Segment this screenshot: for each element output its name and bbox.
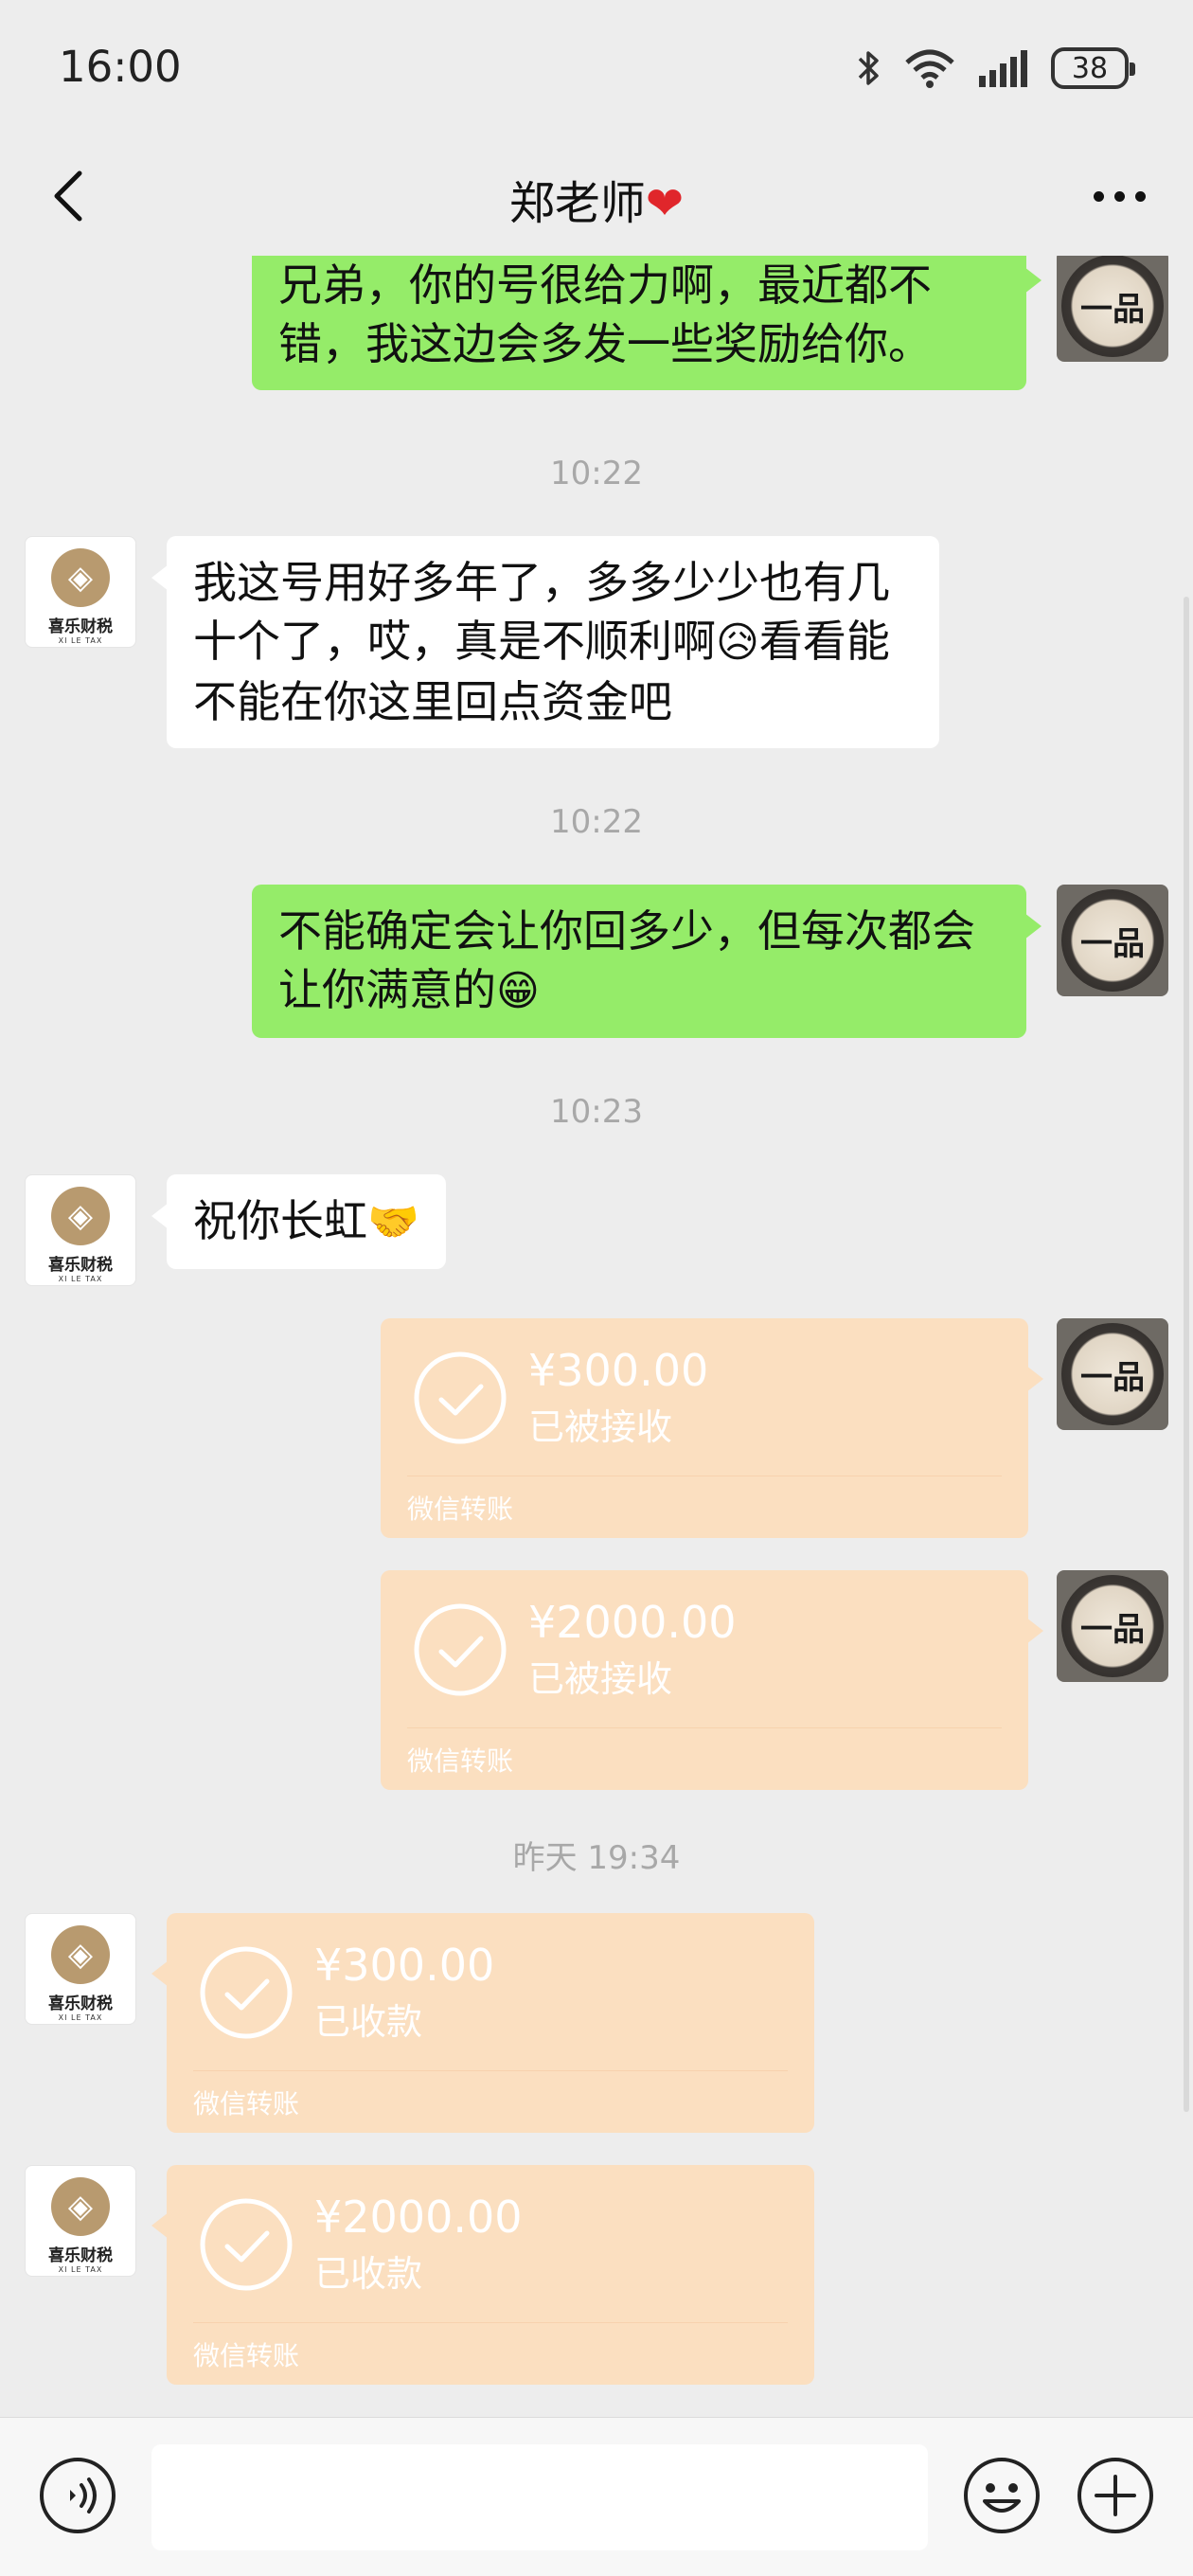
- grin-face-icon: 😁: [496, 967, 540, 1015]
- transfer-status: 已收款: [314, 2001, 423, 2043]
- transfer-amount: ¥300.00: [314, 1940, 495, 1991]
- sad-face-icon: 😥: [716, 618, 759, 667]
- contact-avatar[interactable]: ◈ 喜乐财税 XI LE TAX: [25, 1913, 136, 2025]
- transfer-status: 已收款: [314, 2253, 423, 2295]
- heart-icon: ❤: [645, 177, 685, 230]
- message-input[interactable]: [151, 2444, 928, 2550]
- transfer-card[interactable]: ¥2000.00 已收款 微信转账: [151, 2165, 814, 2385]
- battery-icon: 38: [1051, 47, 1135, 89]
- signal-icon: [979, 50, 1027, 87]
- chat-area[interactable]: 兄弟，你的号很给力啊，最近都不错，我这边会多发一些奖励给你。 一品 10:22 …: [0, 256, 1193, 2417]
- timestamp: 昨天 19:34: [512, 1839, 681, 1877]
- bluetooth-icon: [858, 51, 879, 85]
- timestamp: 10:22: [550, 803, 643, 841]
- more-icon: [1093, 190, 1104, 202]
- contact-avatar[interactable]: ◈ 喜乐财税 XI LE TAX: [25, 1174, 136, 1286]
- transfer-status: 已被接收: [528, 1658, 673, 1700]
- check-icon: [414, 1603, 507, 1696]
- logo-icon: ◈: [51, 1925, 110, 1984]
- logo-icon: ◈: [51, 1187, 110, 1245]
- message-bubble-me[interactable]: 不能确定会让你回多少，但每次都会让你满意的😁: [252, 885, 1042, 1038]
- message-bubble-other[interactable]: 祝你长虹🤝: [151, 1174, 446, 1269]
- transfer-source: 微信转账: [193, 2340, 300, 2371]
- voice-icon[interactable]: [38, 2456, 117, 2535]
- message-bubble-me[interactable]: 兄弟，你的号很给力啊，最近都不错，我这边会多发一些奖励给你。: [252, 256, 1042, 390]
- check-icon: [200, 2198, 293, 2291]
- message-bubble-other[interactable]: 我这号用好多年了，多多少少也有几十个了，哎，真是不顺利啊😥看看能不能在你这里回点…: [151, 536, 939, 748]
- status-bar: 16:00 38: [0, 0, 1193, 137]
- contact-avatar[interactable]: ◈ 喜乐财税 XI LE TAX: [25, 2165, 136, 2277]
- status-time: 16:00: [59, 42, 182, 92]
- transfer-source: 微信转账: [407, 1745, 514, 1777]
- my-avatar[interactable]: 一品: [1057, 885, 1168, 996]
- my-avatar[interactable]: 一品: [1057, 1318, 1168, 1430]
- emoji-icon[interactable]: [962, 2456, 1042, 2535]
- transfer-source: 微信转账: [193, 2088, 300, 2120]
- handshake-icon: 🤝: [367, 1198, 419, 1246]
- transfer-source: 微信转账: [407, 1494, 514, 1525]
- check-icon: [414, 1351, 507, 1444]
- my-avatar[interactable]: 一品: [1057, 256, 1168, 362]
- transfer-status: 已被接收: [528, 1406, 673, 1448]
- timestamp: 10:23: [550, 1093, 643, 1131]
- logo-icon: ◈: [51, 548, 110, 607]
- transfer-card[interactable]: ¥2000.00 已被接收 微信转账: [381, 1570, 1043, 1790]
- transfer-card[interactable]: ¥300.00 已收款 微信转账: [151, 1913, 814, 2133]
- logo-icon: ◈: [51, 2177, 110, 2236]
- plus-icon[interactable]: [1076, 2456, 1155, 2535]
- contact-name: 郑老师: [508, 177, 646, 230]
- input-bar: [0, 2417, 1193, 2576]
- transfer-card[interactable]: ¥300.00 已被接收 微信转账: [381, 1318, 1043, 1538]
- transfer-amount: ¥2000.00: [528, 1597, 737, 1648]
- timestamp: 10:22: [550, 455, 643, 492]
- more-button[interactable]: [1079, 162, 1159, 230]
- contact-avatar[interactable]: ◈ 喜乐财税 XI LE TAX: [25, 536, 136, 648]
- nav-bar: 郑老师❤: [0, 137, 1193, 256]
- transfer-amount: ¥2000.00: [314, 2191, 523, 2243]
- chat-title: 郑老师❤: [0, 166, 1193, 232]
- wifi-icon: [905, 49, 954, 88]
- check-icon: [200, 1946, 293, 2039]
- my-avatar[interactable]: 一品: [1057, 1570, 1168, 1682]
- status-icons: 38: [856, 42, 1135, 95]
- transfer-amount: ¥300.00: [528, 1345, 709, 1396]
- battery-level: 38: [1071, 51, 1109, 85]
